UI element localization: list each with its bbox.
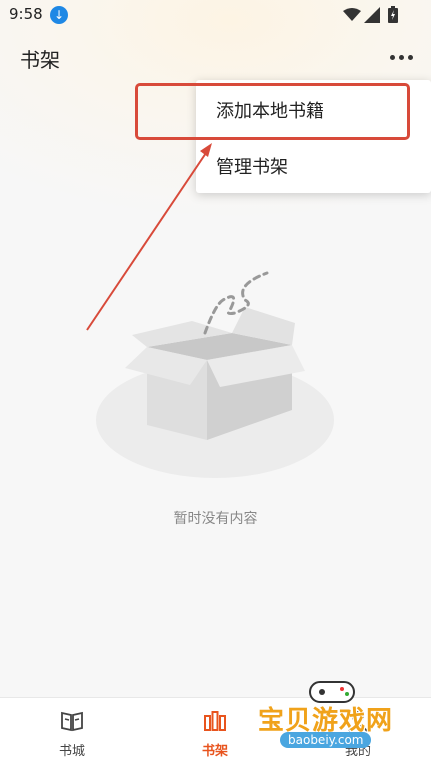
empty-state-message: 暂时没有内容 [173,511,258,527]
watermark-url: baobeiy.com [280,732,372,748]
signal-icon [364,7,380,23]
open-book-icon [61,711,83,732]
download-icon: ↓ [50,6,68,24]
more-options-icon[interactable] [384,45,418,69]
battery-icon [388,6,398,23]
bookshelf-icon [204,711,226,731]
nav-label-bookstore: 书城 [58,744,85,759]
empty-box-illustration [96,271,334,478]
menu-item-manage-shelf[interactable]: 管理书架 [216,153,288,179]
nav-item-bookstore[interactable]: 书城 [17,698,127,767]
page-title: 书架 [20,48,60,72]
wifi-icon [343,8,361,21]
app-header: 书架 [0,30,431,82]
annotation-highlight-box [135,83,410,140]
status-bar: 9:58 ↓ [0,0,431,30]
status-time: 9:58 [9,5,43,23]
site-watermark: 宝贝游戏网 baobeiy.com [250,672,431,766]
